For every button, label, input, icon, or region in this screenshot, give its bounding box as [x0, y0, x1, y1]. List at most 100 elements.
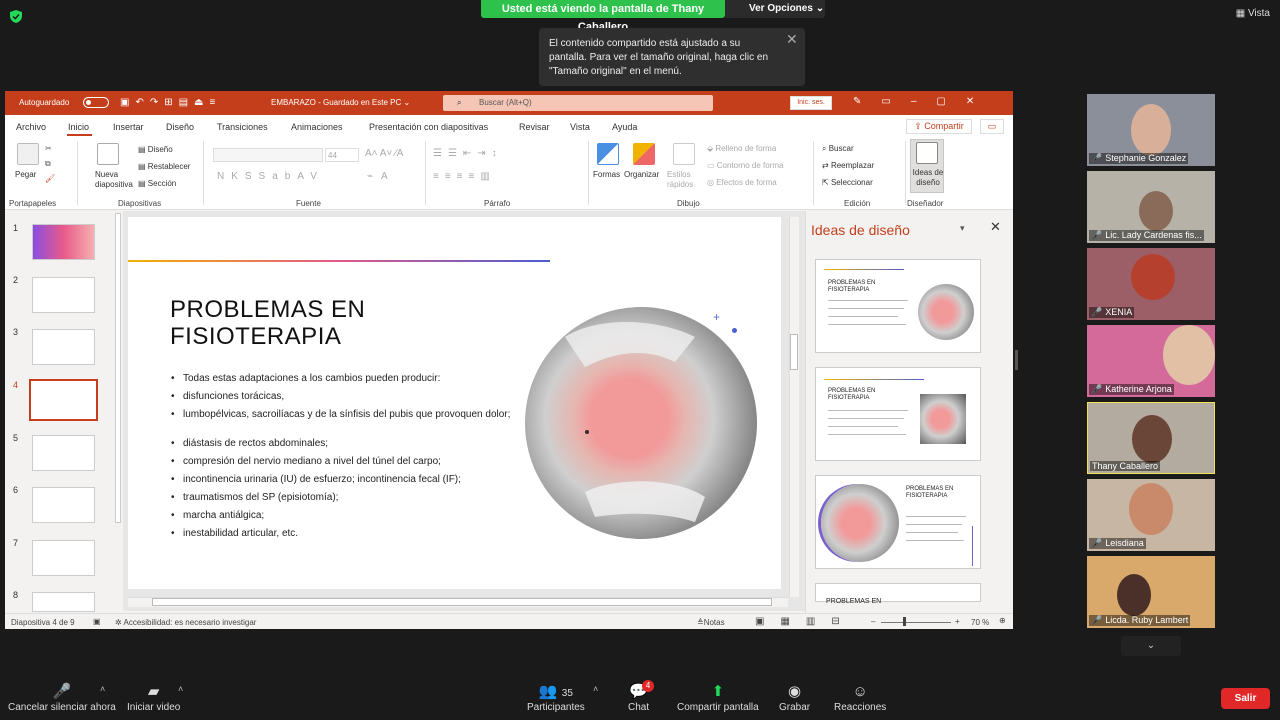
autosave-toggle[interactable] [83, 97, 109, 108]
accessibility-status[interactable]: ✲ Accesibilidad: es necesario investigar [115, 618, 256, 627]
chevron-up-icon[interactable]: ˄ [593, 684, 598, 694]
spellcheck-icon[interactable]: ▣ [93, 617, 101, 626]
window-controls[interactable]: ✎▭–▢✕ [853, 96, 994, 107]
font-grow-shrink-icons[interactable]: A˄ A˅ ⁄A [365, 148, 403, 159]
search-box[interactable]: ⌕ Buscar (Alt+Q) [443, 95, 713, 111]
design-ideas-icon[interactable] [916, 142, 938, 164]
tab-vista[interactable]: Vista [570, 122, 590, 132]
shape-effects-button[interactable]: ◎ Efectos de forma [707, 178, 777, 187]
reactions-button[interactable]: ☺ Reacciones [834, 682, 886, 713]
bullet-item[interactable]: • incontinencia urinaria (IU) de esfuerzo… [171, 474, 516, 486]
bullet-item[interactable]: • compresión del nervio mediano a nivel d… [171, 456, 516, 468]
list-icons[interactable]: ☰☰⇤⇥↕ [433, 148, 503, 159]
chevron-down-icon[interactable]: ⌄ [1121, 636, 1181, 656]
participants-button[interactable]: 👥 35 Participantes [527, 682, 585, 713]
participant-tile-active-speaker[interactable]: Thany Caballero [1087, 402, 1215, 474]
shape-fill-button[interactable]: ⬙ Relleno de forma [707, 144, 776, 153]
hscrollbar-thumb[interactable] [152, 598, 772, 606]
zoom-out-icon[interactable]: – [871, 617, 875, 626]
close-icon[interactable]: ✕ [990, 219, 1001, 235]
design-idea-2[interactable]: PROBLEMAS EN FISIOTERAPIA [815, 367, 981, 461]
section-button[interactable]: ▤ Sección [138, 179, 176, 188]
bullet-item[interactable]: • Todas estas adaptaciones a los cambios … [171, 373, 516, 385]
format-painter-icon[interactable]: 🖌 [45, 174, 55, 183]
new-slide-label[interactable]: Nueva diapositiva [95, 170, 135, 190]
arrange-label[interactable]: Organizar [624, 170, 659, 179]
tab-inicio[interactable]: Inicio [68, 122, 89, 132]
font-size-select[interactable]: 44 [325, 148, 359, 162]
tab-insertar[interactable]: Insertar [113, 122, 144, 132]
participant-tile[interactable]: 🎤 Licda. Ruby Lambert [1087, 556, 1215, 628]
bullet-item[interactable]: • diástasis de rectos abdominales; [171, 438, 516, 450]
view-options-button[interactable]: Ver Opciones ⌄ [725, 0, 825, 18]
tab-archivo[interactable]: Archivo [16, 122, 46, 132]
slide-thumbnail-4[interactable] [29, 379, 98, 421]
replace-button[interactable]: ⇄ Reemplazar [822, 161, 874, 170]
tab-animaciones[interactable]: Animaciones [291, 122, 343, 132]
scrollbar-thumb[interactable] [790, 334, 798, 370]
notes-button[interactable]: ≜Notas [697, 618, 725, 627]
chevron-down-icon[interactable]: ▾ [960, 223, 965, 234]
quick-access-toolbar[interactable]: ▣↶↷⊞▤⏏≡ [120, 97, 221, 108]
shape-outline-button[interactable]: ▭ Contorno de forma [707, 161, 783, 170]
reset-button[interactable]: ▤ Restablecer [138, 162, 190, 171]
design-idea-1[interactable]: PROBLEMAS EN FISIOTERAPIA [815, 259, 981, 353]
leave-button[interactable]: Salir [1221, 688, 1270, 709]
share-screen-button[interactable]: ⬆ Compartir pantalla [677, 682, 759, 713]
align-icons[interactable]: ≡≡≡≡▥ [433, 171, 496, 182]
tab-diseno[interactable]: Diseño [166, 122, 194, 132]
slide-thumbnail-2[interactable] [32, 277, 95, 313]
chevron-up-icon[interactable]: ˄ [178, 684, 183, 694]
chevron-up-icon[interactable]: ˄ [100, 684, 105, 694]
zoom-slider-thumb[interactable] [903, 617, 906, 626]
participant-tile[interactable]: 🎤 Lic. Lady Cardenas fis... [1087, 171, 1215, 243]
cut-icon[interactable]: ✂ [45, 144, 52, 153]
zoom-in-icon[interactable]: + [955, 617, 960, 626]
security-shield-icon[interactable] [10, 10, 22, 23]
shapes-icon[interactable] [597, 143, 619, 165]
bullet-item[interactable]: • lumbopélvicas, sacroilíacas y de la sín… [171, 409, 516, 421]
start-video-button[interactable]: ▰ Iniciar video [127, 682, 180, 713]
slide-thumbnail-7[interactable] [32, 540, 95, 576]
bullet-item[interactable]: • disfunciones torácicas, [171, 391, 516, 403]
slide-title[interactable]: PROBLEMAS EN FISIOTERAPIA [170, 296, 365, 350]
document-title[interactable]: EMBARAZO - Guardado en Este PC ⌄ [271, 98, 410, 107]
view-button[interactable]: ▦ Vista [1236, 8, 1270, 19]
sign-in-button[interactable]: Inic. ses. [790, 96, 832, 110]
design-idea-4[interactable]: PROBLEMAS EN [815, 583, 981, 605]
bullet-item[interactable]: • inestabilidad articular, etc. [171, 528, 516, 540]
font-family-select[interactable] [213, 148, 323, 162]
tab-presentacion[interactable]: Presentación con diapositivas [369, 122, 488, 132]
participant-tile[interactable]: 🎤 Katherine Arjona [1087, 325, 1215, 397]
participant-tile[interactable]: 🎤 Leisdiana [1087, 479, 1215, 551]
select-button[interactable]: ⇱ Seleccionar [822, 178, 873, 187]
font-style-icons[interactable]: NKSSabAV [217, 171, 324, 182]
shapes-label[interactable]: Formas [593, 170, 620, 179]
share-button[interactable]: ⇪ Compartir [906, 119, 972, 134]
comments-icon[interactable]: ▭ [980, 119, 1004, 134]
fit-slide-icon[interactable]: ⊕ [999, 616, 1006, 625]
copy-icon[interactable]: ⧉ [45, 159, 51, 169]
slide-thumbnail-5[interactable] [32, 435, 95, 471]
panel-divider-handle[interactable] [1015, 350, 1018, 370]
tab-transiciones[interactable]: Transiciones [217, 122, 268, 132]
design-idea-3[interactable]: PROBLEMAS EN FISIOTERAPIA [815, 475, 981, 569]
tab-revisar[interactable]: Revisar [519, 122, 550, 132]
zoom-slider[interactable] [881, 622, 951, 623]
slide-counter[interactable]: Diapositiva 4 de 9 [11, 618, 75, 627]
slide-vertical-scrollbar[interactable] [789, 217, 799, 597]
participant-tile[interactable]: 🎤 XENIA [1087, 248, 1215, 320]
bullet-item[interactable]: • traumatismos del SP (episiotomía); [171, 492, 516, 504]
slide-thumbnail-3[interactable] [32, 329, 95, 365]
pregnancy-photo[interactable] [525, 307, 757, 539]
tab-ayuda[interactable]: Ayuda [612, 122, 637, 132]
layout-button[interactable]: ▤ Diseño [138, 145, 173, 154]
find-button[interactable]: ⌕ Buscar [822, 144, 854, 154]
quick-styles-icon[interactable] [673, 143, 695, 165]
paste-label[interactable]: Pegar [15, 170, 36, 179]
bullet-item[interactable]: • marcha antiálgica; [171, 510, 516, 522]
slide-thumbnail-1[interactable] [32, 224, 95, 260]
quick-styles-label[interactable]: Estilos rápidos [667, 170, 699, 190]
zoom-level[interactable]: 70 % [971, 618, 989, 627]
participant-tile[interactable]: 🎤 Stephanie Gonzalez [1087, 94, 1215, 166]
